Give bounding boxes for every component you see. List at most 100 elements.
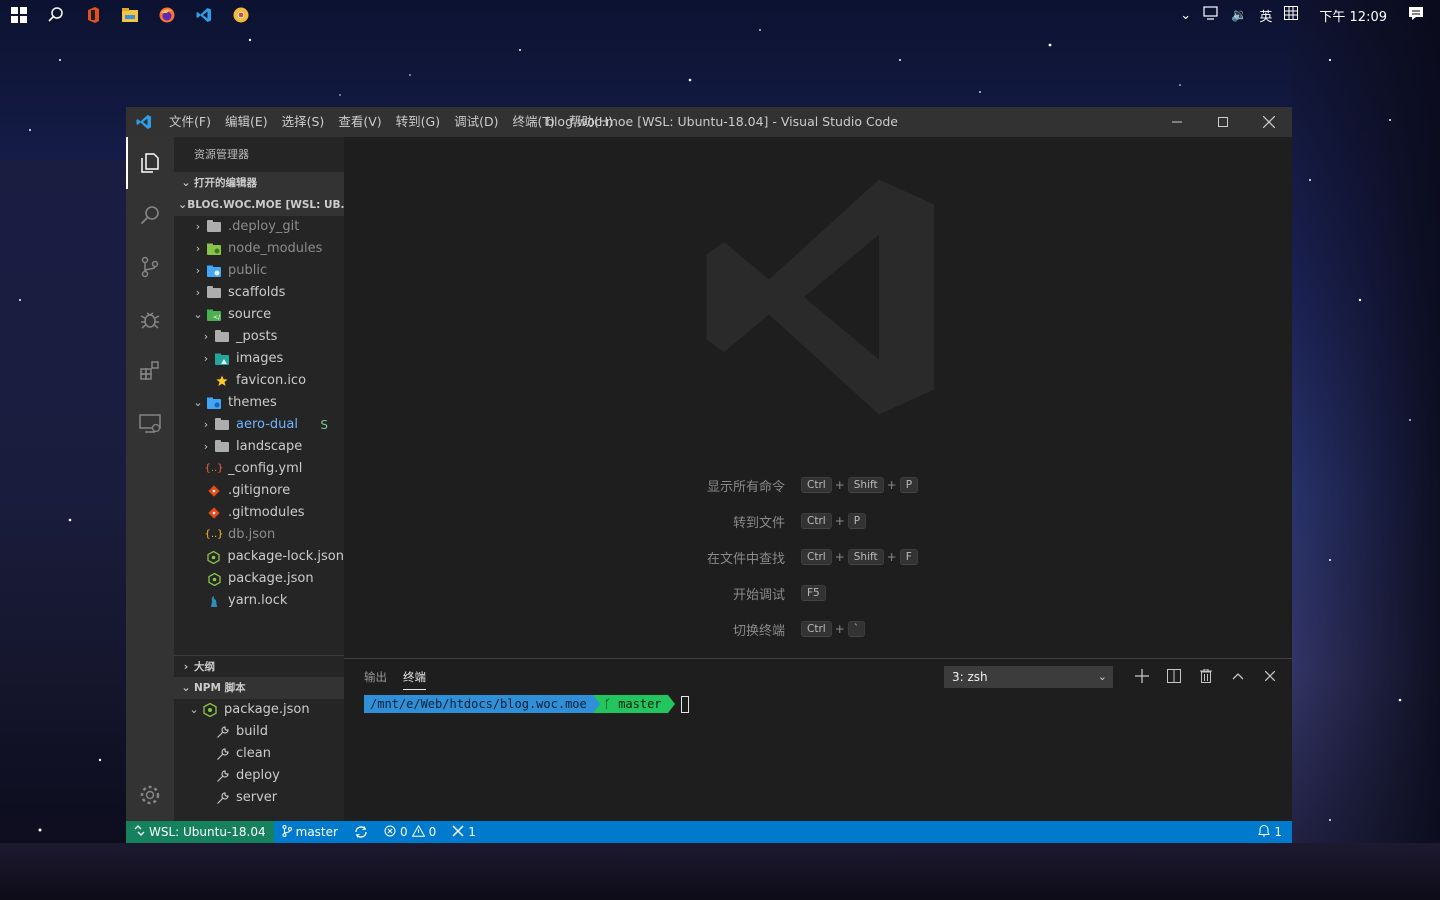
key-plus: + — [834, 550, 845, 564]
tree-item[interactable]: › .deploy_git — [174, 216, 344, 238]
tools-count: 1 — [468, 825, 476, 839]
terminal-prompt[interactable]: /mnt/e/Web/htdocs/blog.woc.moe ᚴ master — [364, 695, 689, 713]
menu-debug[interactable]: 调试(D) — [447, 107, 505, 137]
key-plus: + — [886, 550, 897, 564]
shortcut-row[interactable]: 在文件中查找 Ctrl + Shift + F — [644, 539, 1144, 575]
keycap: Ctrl — [801, 549, 832, 565]
minimize-button[interactable] — [1154, 107, 1200, 137]
close-button[interactable] — [1246, 107, 1292, 137]
chevron-down-icon: ⌄ — [193, 308, 203, 321]
split-terminal-icon[interactable] — [1162, 665, 1186, 687]
search-icon[interactable] — [37, 0, 74, 30]
tab-output[interactable]: 输出 — [356, 659, 395, 694]
settings-gear-icon[interactable] — [126, 769, 174, 821]
warning-count: 0 — [428, 825, 437, 839]
system-tray: ⌄ 🔉 英 下午 12:09 — [1175, 0, 1440, 30]
ime-indicator[interactable]: 英 — [1254, 6, 1277, 25]
tree-item[interactable]: › public — [174, 260, 344, 282]
tree-item[interactable]: yarn.lock — [174, 590, 344, 612]
tree-item-label: .deploy_git — [228, 219, 300, 234]
git-icon — [206, 483, 222, 499]
menu-view[interactable]: 查看(V) — [331, 107, 388, 137]
tree-item[interactable]: › aero-dual S — [174, 414, 344, 436]
search-view-icon[interactable] — [126, 189, 174, 241]
chevron-right-icon: › — [203, 330, 209, 343]
new-terminal-plus-icon[interactable] — [1130, 665, 1154, 687]
terminal-selector[interactable]: 3: zsh ⌄ — [944, 666, 1113, 688]
clock[interactable]: 下午 12:09 — [1305, 6, 1401, 25]
tray-chevron-up-icon[interactable]: ⌄ — [1175, 8, 1196, 23]
shortcut-row[interactable]: 转到文件 Ctrl + P — [644, 503, 1144, 539]
tree-item[interactable]: {..} db.json — [174, 524, 344, 546]
chevron-down-icon: ⌄ — [181, 176, 191, 189]
debug-icon[interactable] — [126, 293, 174, 345]
branch-indicator[interactable]: master — [274, 821, 346, 843]
tree-item[interactable]: › _posts — [174, 326, 344, 348]
trash-icon[interactable] — [1194, 665, 1218, 687]
npm-script-item[interactable]: build — [174, 721, 344, 743]
menu-file[interactable]: 文件(F) — [162, 107, 218, 137]
chevron-right-icon: › — [203, 440, 209, 453]
tools-indicator[interactable]: 1 — [444, 821, 484, 843]
tree-item[interactable]: › images — [174, 348, 344, 370]
vscode-taskbar-icon[interactable] — [185, 0, 222, 30]
office-icon[interactable] — [74, 0, 111, 30]
tree-item[interactable]: ⌄ </> source — [174, 304, 344, 326]
npm-script-item[interactable]: server — [174, 787, 344, 809]
action-center-icon[interactable] — [1403, 6, 1440, 25]
shortcut-row[interactable]: 显示所有命令 Ctrl + Shift + P — [644, 467, 1144, 503]
tree-item[interactable]: .gitignore — [174, 480, 344, 502]
chevron-down-icon: ⌄ — [181, 681, 191, 694]
volume-icon[interactable]: 🔉 — [1226, 8, 1252, 23]
maximize-panel-chevron-up-icon[interactable] — [1226, 665, 1250, 687]
notifications-indicator[interactable]: 1 — [1258, 821, 1282, 843]
menu-selection[interactable]: 选择(S) — [275, 107, 332, 137]
vscode-logo-icon — [126, 107, 162, 137]
menu-edit[interactable]: 编辑(E) — [218, 107, 275, 137]
maximize-button[interactable] — [1200, 107, 1246, 137]
npm-scripts-section[interactable]: ⌄ NPM 脚本 — [174, 677, 344, 699]
ime-mode-icon[interactable] — [1279, 6, 1303, 24]
tree-item-label: .gitignore — [228, 483, 291, 498]
tree-item[interactable]: package-lock.json — [174, 546, 344, 568]
terminal-selector-value: 3: zsh — [952, 670, 988, 684]
npm-script-item[interactable]: clean — [174, 743, 344, 765]
npm-package-row[interactable]: ⌄ package.json — [174, 699, 344, 721]
tree-item[interactable]: {..} _config.yml — [174, 458, 344, 480]
tree-item[interactable]: ⌄ themes — [174, 392, 344, 414]
workspace-section[interactable]: ⌄ BLOG.WOC.MOE [WSL: UB... — [174, 194, 344, 216]
menu-go[interactable]: 转到(G) — [389, 107, 447, 137]
folder-node-icon — [206, 241, 222, 257]
network-icon[interactable] — [1198, 6, 1224, 24]
remote-indicator[interactable]: WSL: Ubuntu-18.04 — [126, 821, 274, 843]
tree-item[interactable]: favicon.ico — [174, 370, 344, 392]
outline-section[interactable]: › 大纲 — [174, 655, 344, 677]
shortcut-row[interactable]: 切换终端 Ctrl + ` — [644, 611, 1144, 647]
json-icon: {..} — [204, 529, 224, 540]
firefox-icon[interactable] — [148, 0, 185, 30]
file-explorer-icon[interactable] — [111, 0, 148, 30]
explorer-icon[interactable] — [126, 137, 174, 189]
tree-item-label: package-lock.json — [227, 549, 344, 564]
tab-terminal[interactable]: 终端 — [395, 659, 434, 694]
wallpaper-building-left — [0, 160, 128, 900]
tree-item[interactable]: › node_modules — [174, 238, 344, 260]
remote-explorer-icon[interactable] — [126, 397, 174, 449]
shortcut-row[interactable]: 开始调试 F5 — [644, 575, 1144, 611]
folder-src-icon: </> — [206, 307, 222, 323]
prompt-path: /mnt/e/Web/htdocs/blog.woc.moe — [364, 695, 593, 713]
tree-item[interactable]: .gitmodules — [174, 502, 344, 524]
tree-item[interactable]: › scaffolds — [174, 282, 344, 304]
extensions-icon[interactable] — [126, 345, 174, 397]
tree-item[interactable]: › landscape — [174, 436, 344, 458]
sync-icon[interactable] — [346, 821, 376, 843]
open-editors-section[interactable]: ⌄ 打开的编辑器 — [174, 172, 344, 194]
windows-start-icon[interactable] — [0, 0, 37, 30]
source-control-icon[interactable] — [126, 241, 174, 293]
npm-script-item[interactable]: deploy — [174, 765, 344, 787]
close-panel-icon[interactable] — [1258, 665, 1282, 687]
problems-indicator[interactable]: 0 0 — [376, 821, 444, 843]
tree-item-label: source — [228, 307, 272, 322]
chrome-canary-icon[interactable] — [222, 0, 259, 30]
tree-item[interactable]: package.json — [174, 568, 344, 590]
